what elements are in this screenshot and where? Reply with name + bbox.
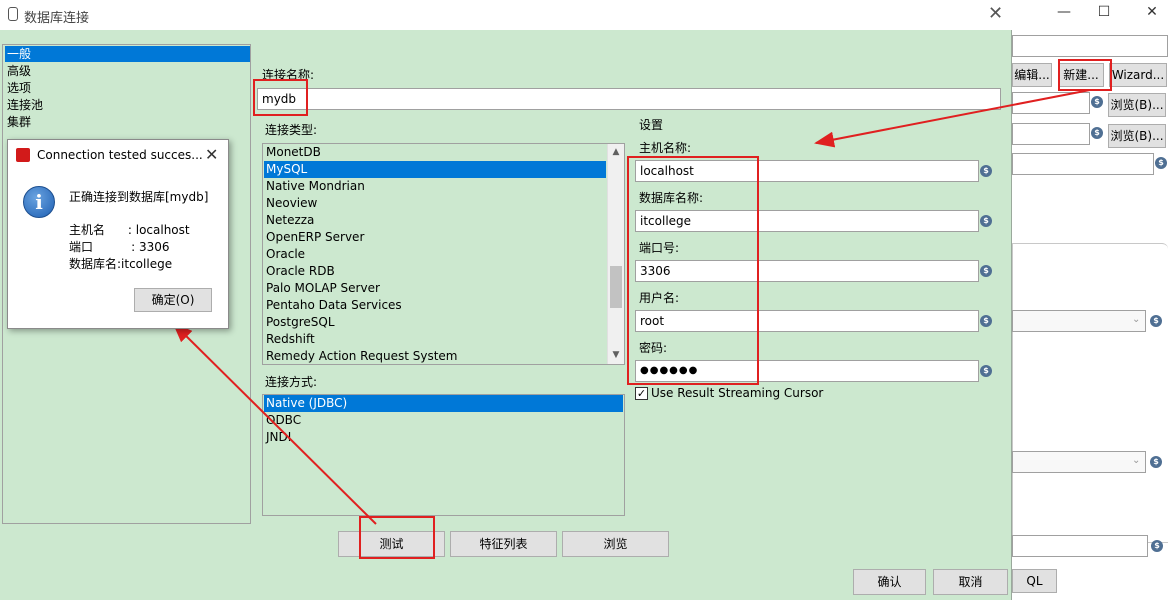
list-item-selected[interactable]: Native (JDBC) [264,395,623,412]
variable-icon[interactable]: $ [980,215,992,227]
feature-list-button[interactable]: 特征列表 [450,531,557,557]
close-icon[interactable]: ✕ [205,145,218,164]
nav-item-options[interactable]: 选项 [5,80,250,96]
info-icon: i [23,186,55,218]
list-scrollbar[interactable]: ▲ ▼ [607,144,624,364]
sql-button[interactable]: QL [1012,569,1057,593]
bg-field-2[interactable] [1012,92,1090,114]
scroll-down-icon[interactable]: ▼ [608,347,624,364]
message-titlebar: Connection tested succes... ✕ [8,140,228,170]
browse-button-2[interactable]: 浏览(B)... [1108,124,1166,148]
minimize-icon[interactable]: — [1054,2,1074,22]
streaming-cursor-checkbox[interactable]: ✓ [635,387,648,400]
nav-item-advanced[interactable]: 高级 [5,63,250,79]
variable-icon[interactable]: $ [1091,127,1103,139]
message-line-1: 正确连接到数据库[mydb] [69,190,209,204]
nav-item-cluster[interactable]: 集群 [5,114,250,130]
settings-section-label: 设置 [639,118,664,132]
chevron-down-icon: ⌄ [1132,314,1141,325]
bg-field-4[interactable] [1012,153,1154,175]
browse-button[interactable]: 浏览 [562,531,669,557]
chevron-down-icon: ⌄ [1132,455,1141,466]
message-ok-button[interactable]: 确定(O) [134,288,212,312]
variable-icon[interactable]: $ [1155,157,1167,169]
dialog-titlebar: 数据库连接 ✕ [0,0,1012,30]
highlight-box-name [253,79,308,116]
connection-name-input[interactable]: mydb [257,88,1001,110]
list-item[interactable]: Palo MOLAP Server [264,280,606,297]
highlight-box-new [1058,59,1112,91]
list-item-selected[interactable]: MySQL [264,161,606,178]
connection-success-dialog: Connection tested succes... ✕ i 正确连接到数据库… [7,139,229,329]
list-item[interactable]: MonetDB [264,144,606,161]
variable-icon[interactable]: $ [1091,96,1103,108]
list-item[interactable]: Netezza [264,212,606,229]
access-method-label: 连接方式: [265,375,318,389]
message-line-2: 主机名 : localhost [69,223,190,237]
bg-field-5[interactable] [1012,535,1148,557]
scroll-thumb[interactable] [610,266,622,308]
list-item[interactable]: Remedy Action Request System [264,348,606,364]
maximize-icon[interactable]: ☐ [1094,2,1114,22]
database-icon [8,7,18,21]
close-icon[interactable]: ✕ [988,3,1003,24]
variable-icon[interactable]: $ [1150,315,1162,327]
list-item[interactable]: Pentaho Data Services [264,297,606,314]
scroll-up-icon[interactable]: ▲ [608,144,624,161]
bg-dropdown-2[interactable] [1012,451,1146,473]
ok-button[interactable]: 确认 [853,569,926,595]
dialog-title: 数据库连接 [24,11,90,26]
variable-icon[interactable]: $ [980,265,992,277]
variable-icon[interactable]: $ [1150,456,1162,468]
message-line-4: 数据库名:itcollege [69,257,173,271]
edit-button[interactable]: 编辑... [1012,63,1052,87]
list-item[interactable]: ODBC [264,412,623,429]
cancel-button[interactable]: 取消 [933,569,1008,595]
browse-button-1[interactable]: 浏览(B)... [1108,93,1166,117]
nav-item-pool[interactable]: 连接池 [5,97,250,113]
bg-dropdown-1[interactable] [1012,310,1146,332]
variable-icon[interactable]: $ [980,165,992,177]
nav-item-general[interactable]: 一般 [5,46,250,62]
message-line-3: 端口 : 3306 [69,240,170,254]
access-method-list[interactable]: Native (JDBC) ODBC JNDI [262,394,625,516]
variable-icon[interactable]: $ [1151,540,1163,552]
list-item[interactable]: OpenERP Server [264,229,606,246]
variable-icon[interactable]: $ [980,365,992,377]
bg-field-3[interactable] [1012,123,1090,145]
list-item[interactable]: Native Mondrian [264,178,606,195]
window-close-icon[interactable]: ✕ [1142,2,1162,22]
list-item[interactable]: Oracle [264,246,606,263]
list-item[interactable]: PostgreSQL [264,314,606,331]
list-item[interactable]: Oracle RDB [264,263,606,280]
bg-panel [1012,243,1168,543]
connection-type-list[interactable]: MonetDB MySQL Native Mondrian Neoview Ne… [262,143,625,365]
message-title: Connection tested succes... [37,148,203,162]
list-item[interactable]: Neoview [264,195,606,212]
host-label: 主机名称: [639,141,692,155]
connection-type-label: 连接类型: [265,123,318,137]
app-icon [16,148,30,162]
highlight-box-settings [627,156,759,385]
list-item[interactable]: JNDI [264,429,623,446]
variable-icon[interactable]: $ [980,315,992,327]
wizard-button[interactable]: Wizard... [1109,63,1167,87]
highlight-box-test [359,516,435,559]
bg-text-field[interactable] [1012,35,1168,57]
streaming-cursor-label: Use Result Streaming Cursor [651,386,824,400]
list-item[interactable]: Redshift [264,331,606,348]
